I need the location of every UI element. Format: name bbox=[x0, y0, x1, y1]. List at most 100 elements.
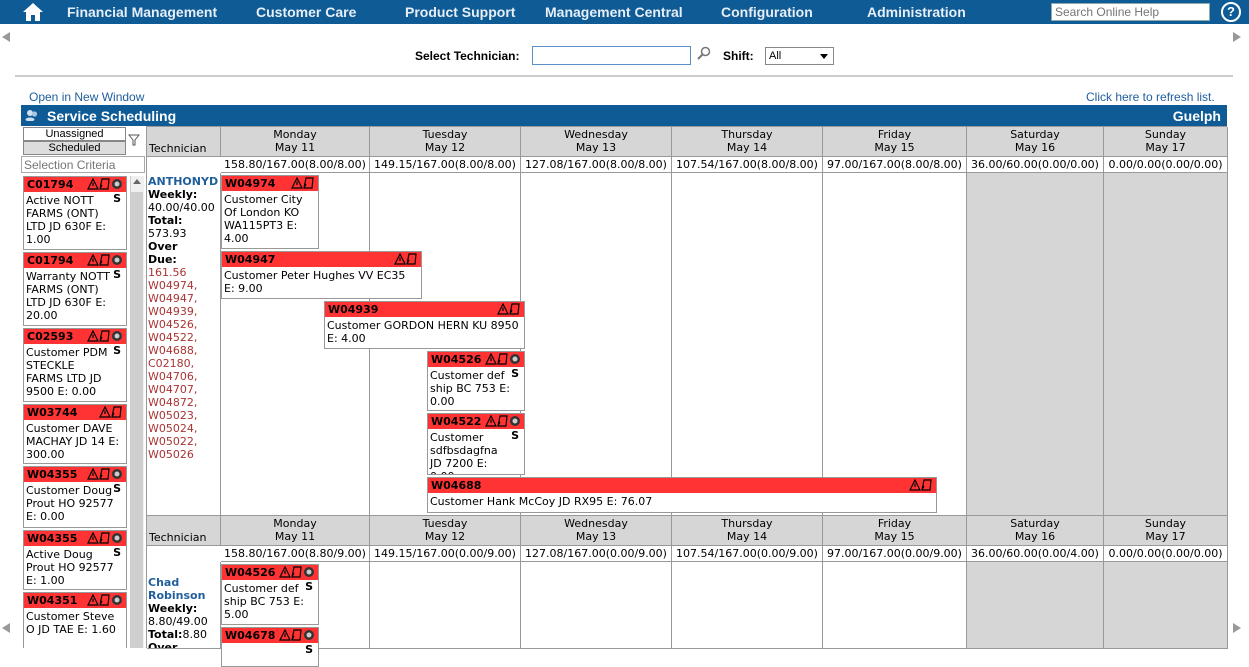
work-order-icons bbox=[87, 531, 123, 545]
scrollbar-thumb[interactable] bbox=[131, 192, 143, 648]
work-order-card[interactable]: W04355 S Active Doug Prout HO 92577 E: 1.0… bbox=[23, 530, 127, 590]
work-order-icons bbox=[99, 405, 123, 419]
day-slot-sunday[interactable] bbox=[1104, 173, 1228, 517]
work-order-icons bbox=[497, 302, 521, 316]
day-slot-friday[interactable] bbox=[823, 173, 967, 517]
weekly-label: Weekly: bbox=[148, 188, 198, 201]
capacity-cell: 107.54/167.00(8.00/8.00) bbox=[672, 157, 823, 173]
day-slot-thursday[interactable] bbox=[672, 562, 823, 649]
schedule-block-tech-1: Technician ANTHONYD Weekly: 40.00/40.00 … bbox=[146, 126, 1228, 517]
service-scheduling-titlebar: Service Scheduling Guelph bbox=[21, 105, 1227, 126]
work-order-id: C01794 bbox=[27, 178, 74, 191]
day-slot-tuesday[interactable] bbox=[370, 562, 521, 649]
shift-select[interactable]: All bbox=[765, 47, 834, 65]
work-order-description: Warranty NOTT FARMS (ONT) LTD JD 630F E:… bbox=[26, 270, 110, 322]
status-circle-icon bbox=[112, 595, 122, 605]
chevron-down-icon bbox=[820, 54, 828, 59]
work-order-card[interactable]: C01794 S Warranty NOTT FARMS (ONT) LTD JD … bbox=[23, 252, 127, 326]
nav-financial-management[interactable]: Financial Management bbox=[67, 4, 217, 20]
work-order-list[interactable]: W04974, W04947, W04939, W04526, W04522, … bbox=[148, 279, 219, 461]
scheduled-flag: S bbox=[113, 192, 121, 205]
work-order-description: Active NOTT FARMS (ONT) LTD JD 630F E: 1… bbox=[26, 194, 106, 246]
day-header-sunday: Sunday May 17 bbox=[1104, 516, 1228, 546]
day-of-week: Tuesday bbox=[422, 128, 468, 141]
nav-product-support[interactable]: Product Support bbox=[405, 4, 515, 20]
total-label: Total: bbox=[148, 628, 183, 641]
work-order-icons bbox=[87, 329, 123, 343]
search-online-help-input[interactable] bbox=[1051, 3, 1210, 21]
filter-icon[interactable] bbox=[128, 134, 140, 146]
day-date: May 16 bbox=[1014, 141, 1056, 154]
refresh-list-link[interactable]: Click here to refresh list. bbox=[1086, 90, 1215, 104]
day-slot-wednesday[interactable] bbox=[521, 173, 672, 517]
selection-criteria-input[interactable] bbox=[21, 156, 145, 173]
day-of-week: Saturday bbox=[1010, 517, 1060, 530]
nav-customer-care[interactable]: Customer Care bbox=[256, 4, 356, 20]
day-header-wednesday: Wednesday May 13 bbox=[521, 127, 672, 157]
day-slot-wednesday[interactable] bbox=[521, 562, 672, 649]
scroll-left-arrow-bottom-icon[interactable] bbox=[2, 623, 10, 633]
nav-management-central[interactable]: Management Central bbox=[545, 4, 683, 20]
work-order-card[interactable]: W04688 Customer Hank McCoy JD RX95 E: 76.… bbox=[427, 477, 937, 513]
work-order-card[interactable]: W04678 S bbox=[221, 627, 319, 667]
work-order-description: Customer Peter Hughes VV EC35 E: 9.00 bbox=[224, 269, 406, 295]
technician-input[interactable] bbox=[532, 46, 691, 65]
nav-configuration[interactable]: Configuration bbox=[721, 4, 813, 20]
scroll-left-arrow-icon[interactable] bbox=[2, 32, 10, 42]
document-icon bbox=[406, 253, 417, 265]
home-icon[interactable] bbox=[22, 2, 44, 22]
status-circle-icon bbox=[112, 533, 122, 543]
warning-icon bbox=[87, 531, 99, 544]
day-header-tuesday: Tuesday May 12 bbox=[370, 516, 521, 546]
work-order-icons bbox=[485, 352, 521, 366]
work-order-description: Customer City Of London KO WA115PT3 E: 4… bbox=[224, 193, 303, 245]
work-order-header: W04688 bbox=[428, 478, 936, 493]
work-order-card[interactable]: W04947 Customer Peter Hughes VV EC35 E: 9… bbox=[221, 251, 422, 299]
work-order-card[interactable]: W04526 S Customer def ship BC 753 E: 0.00 bbox=[427, 351, 525, 411]
capacity-cell: 127.08/167.00(0.00/9.00) bbox=[521, 546, 672, 562]
day-slot-friday[interactable] bbox=[823, 562, 967, 649]
warning-icon bbox=[87, 329, 99, 342]
work-order-header: W04947 bbox=[222, 252, 421, 267]
work-order-description: Customer def ship BC 753 E: 0.00 bbox=[430, 369, 510, 408]
work-order-card[interactable]: W04526 S Customer def ship BC 753 E: 5.00 bbox=[221, 564, 319, 625]
day-of-week: Friday bbox=[877, 517, 912, 530]
day-slot-saturday[interactable] bbox=[967, 173, 1104, 517]
work-order-icons bbox=[909, 478, 933, 492]
nav-administration[interactable]: Administration bbox=[867, 4, 966, 20]
scroll-up-arrow-icon[interactable] bbox=[133, 179, 141, 184]
day-slot-sunday[interactable] bbox=[1104, 562, 1228, 649]
work-order-card[interactable]: W04974 Customer City Of London KO WA115PT… bbox=[221, 175, 319, 249]
work-order-card[interactable]: C01794 S Active NOTT FARMS (ONT) LTD JD 63… bbox=[23, 176, 127, 250]
technician-name[interactable]: ANTHONYD bbox=[148, 175, 219, 188]
work-order-card[interactable]: W03744 Customer DAVE MACHAY JD 14 E: 300.… bbox=[23, 404, 127, 464]
warning-icon bbox=[394, 252, 406, 265]
tab-scheduled[interactable]: Scheduled bbox=[23, 141, 126, 155]
day-slot-thursday[interactable] bbox=[672, 173, 823, 517]
document-icon bbox=[111, 406, 122, 418]
technician-column-header: Technician bbox=[147, 127, 221, 157]
open-new-window-link[interactable]: Open in New Window bbox=[29, 90, 144, 104]
technician-name[interactable]: Chad Robinson bbox=[148, 576, 219, 602]
work-order-card[interactable]: W04939 Customer GORDON HERN KU 8950 E: 4.… bbox=[324, 301, 525, 349]
work-order-icons bbox=[87, 177, 123, 191]
weekly-hours: 8.80/49.00 bbox=[148, 615, 208, 628]
day-of-week: Friday bbox=[877, 128, 912, 141]
day-slot-saturday[interactable] bbox=[967, 562, 1104, 649]
work-order-card[interactable]: W04351 Customer Steve O JD TAE E: 1.60 bbox=[23, 592, 127, 648]
scroll-right-arrow-bottom-icon[interactable] bbox=[1233, 623, 1241, 633]
work-order-icons bbox=[291, 176, 315, 190]
scroll-right-arrow-icon[interactable] bbox=[1233, 32, 1241, 42]
warning-icon bbox=[99, 405, 111, 418]
help-icon[interactable]: ? bbox=[1221, 2, 1241, 22]
technician-column-header: Technician bbox=[147, 516, 221, 546]
day-date: May 12 bbox=[424, 530, 466, 543]
work-order-card[interactable]: W04355 S Customer Doug Prout HO 92577 E: 0… bbox=[23, 466, 127, 528]
search-icon[interactable] bbox=[697, 46, 711, 60]
tab-unassigned[interactable]: Unassigned bbox=[23, 127, 126, 141]
work-order-id: C01794 bbox=[27, 254, 74, 267]
work-order-card[interactable]: W04522 S Customer sdfbsdagfna JD 7200 E: 0… bbox=[427, 413, 525, 475]
work-order-header: W04939 bbox=[325, 302, 524, 317]
work-order-card[interactable]: C02593 S Customer PDM STECKLE FARMS LTD JD… bbox=[23, 328, 127, 402]
document-icon bbox=[99, 254, 110, 266]
